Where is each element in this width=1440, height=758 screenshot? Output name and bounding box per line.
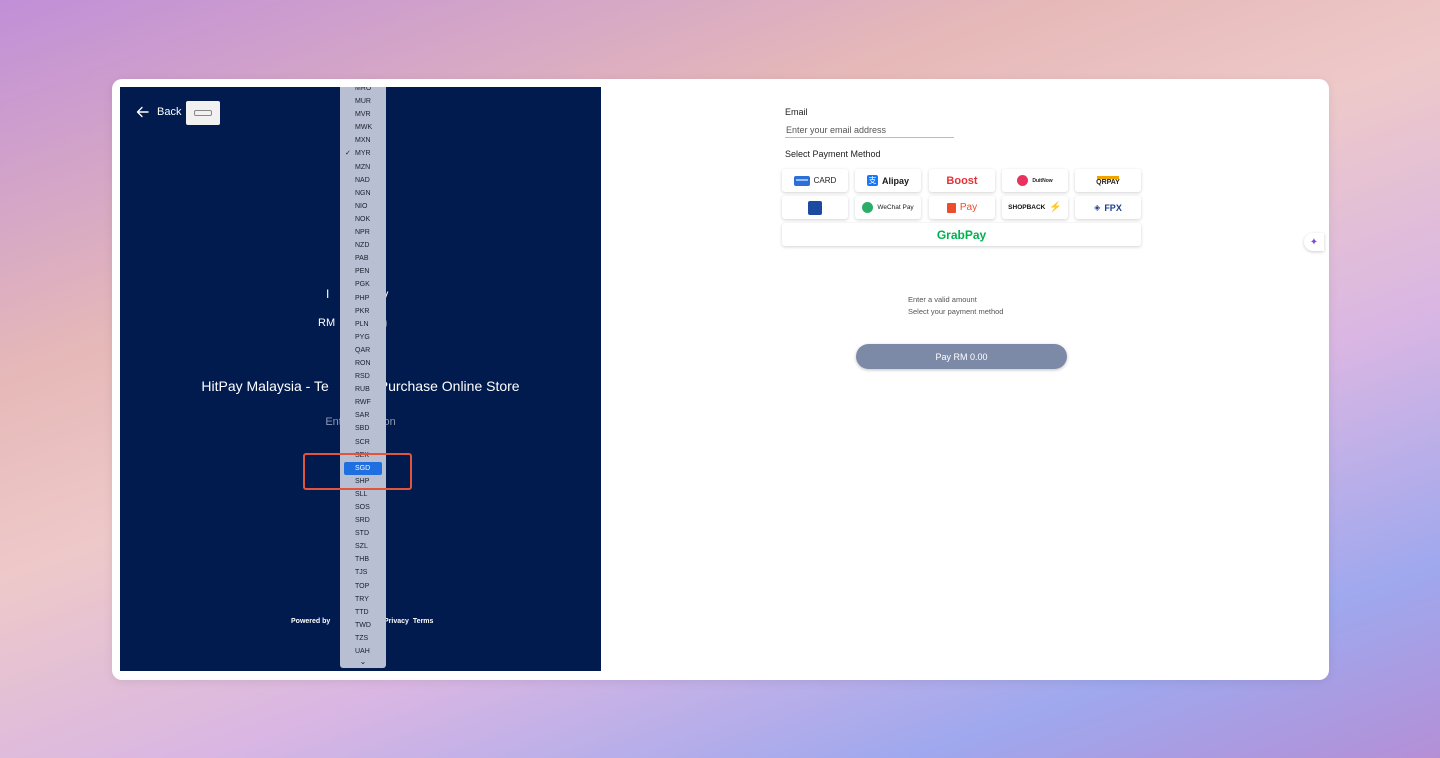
back-button[interactable]: Back	[136, 105, 181, 119]
currency-option[interactable]: MRO	[340, 87, 386, 95]
amount-currency-prefix: RM	[318, 317, 336, 329]
payment-method-grabpay[interactable]: GrabPay	[782, 223, 1141, 246]
currency-option[interactable]: PEN	[340, 265, 386, 278]
currency-option[interactable]: TWD	[340, 619, 386, 632]
payment-method-touchngo[interactable]	[782, 196, 848, 219]
chevron-down-icon[interactable]: ⌄	[340, 657, 386, 666]
currency-option[interactable]: THB	[340, 553, 386, 566]
currency-option[interactable]: MUR	[340, 95, 386, 108]
currency-option[interactable]: SAR	[340, 409, 386, 422]
currency-option[interactable]: MXN	[340, 134, 386, 147]
payment-method-duitnow[interactable]: DuitNow	[1002, 169, 1068, 192]
currency-option[interactable]: PKR	[340, 305, 386, 318]
privacy-link[interactable]: Privacy	[384, 618, 409, 625]
currency-list: MROMURMVRMWKMXNMYRMZNNADNGNNIONOKNPRNZDP…	[340, 87, 386, 658]
credit-card-icon	[793, 175, 810, 186]
currency-option[interactable]: NIO	[340, 200, 386, 213]
currency-option[interactable]: SCR	[340, 436, 386, 449]
touchngo-icon	[808, 200, 822, 215]
currency-option[interactable]: PYG	[340, 331, 386, 344]
currency-option[interactable]: TJS	[340, 566, 386, 579]
wechat-icon	[862, 202, 874, 213]
currency-option[interactable]: RUB	[340, 383, 386, 396]
currency-option[interactable]: MVR	[340, 108, 386, 121]
terms-link[interactable]: Terms	[413, 618, 434, 625]
payment-method-shopback[interactable]: SHOPBACK ⚡	[1002, 196, 1068, 219]
fpx-icon: ◈	[1094, 203, 1101, 212]
currency-option[interactable]: STD	[340, 527, 386, 540]
currency-option[interactable]: TZS	[340, 632, 386, 645]
currency-option[interactable]: PAB	[340, 252, 386, 265]
payment-method-label: Select Payment Method	[785, 149, 881, 159]
currency-option[interactable]: NGN	[340, 187, 386, 200]
payment-method-qrpay[interactable]: QRPAY	[1075, 169, 1141, 192]
currency-option[interactable]: PHP	[340, 292, 386, 305]
email-field[interactable]	[785, 122, 954, 138]
browser-window: Back I pay RM 0 HitPay Malaysia - TePurc…	[112, 79, 1329, 680]
currency-option[interactable]: SRD	[340, 514, 386, 527]
currency-option[interactable]: TOP	[340, 580, 386, 593]
payment-form: Email Select Payment Method CARD 支 Alipa…	[601, 79, 1329, 680]
currency-option[interactable]: RON	[340, 357, 386, 370]
currency-option[interactable]: NAD	[340, 174, 386, 187]
powered-by-text: Powered by	[291, 618, 331, 625]
currency-option[interactable]: QAR	[340, 344, 386, 357]
currency-dropdown[interactable]: MROMURMVRMWKMXNMYRMZNNADNGNNIONOKNPRNZDP…	[340, 87, 386, 668]
footer-links: Privacy Terms	[379, 618, 433, 625]
currency-option[interactable]: NPR	[340, 226, 386, 239]
payment-method-shopeepay[interactable]: Pay	[929, 196, 995, 219]
pay-button[interactable]: Pay RM 0.00	[856, 344, 1067, 369]
currency-option[interactable]: MYR	[340, 147, 386, 160]
pay-to-text: I pay	[326, 287, 388, 301]
currency-option[interactable]: SOS	[340, 501, 386, 514]
currency-option[interactable]: PGK	[340, 278, 386, 291]
sparkle-icon[interactable]: ✦	[1304, 233, 1324, 251]
currency-option[interactable]: PLN	[340, 318, 386, 331]
currency-option[interactable]: SZL	[340, 540, 386, 553]
amount-validation-hint: Enter a valid amount	[908, 295, 977, 304]
currency-option[interactable]: TRY	[340, 593, 386, 606]
duitnow-icon	[1017, 175, 1029, 186]
checkout-summary-panel: Back I pay RM 0 HitPay Malaysia - TePurc…	[120, 87, 601, 671]
merchant-logo	[186, 101, 220, 125]
email-label: Email	[785, 107, 808, 117]
currency-option[interactable]: MZN	[340, 161, 386, 174]
annotation-highlight-box	[303, 453, 412, 490]
alipay-icon: 支	[866, 175, 878, 186]
currency-option[interactable]: MWK	[340, 121, 386, 134]
currency-option[interactable]: RWF	[340, 396, 386, 409]
currency-option[interactable]: NOK	[340, 213, 386, 226]
back-label: Back	[157, 106, 182, 118]
currency-option[interactable]: NZD	[340, 239, 386, 252]
arrow-left-icon	[136, 106, 149, 118]
method-validation-hint: Select your payment method	[908, 307, 1004, 316]
shopee-bag-icon	[946, 202, 956, 213]
payment-method-card[interactable]: CARD	[782, 169, 848, 192]
currency-option[interactable]: TTD	[340, 606, 386, 619]
payment-method-fpx[interactable]: ◈ FPX	[1075, 196, 1141, 219]
currency-option[interactable]: SBD	[340, 422, 386, 435]
payment-method-boost[interactable]: Boost	[929, 169, 995, 192]
shopback-bolt-icon: ⚡	[1049, 202, 1062, 213]
payment-method-wechat[interactable]: WeChat Pay	[855, 196, 921, 219]
payment-method-alipay[interactable]: 支 Alipay	[855, 169, 921, 192]
currency-option[interactable]: RSD	[340, 370, 386, 383]
